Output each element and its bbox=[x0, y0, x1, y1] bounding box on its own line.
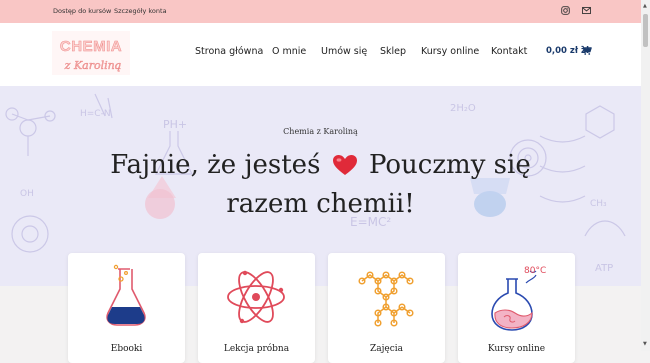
nav-online-courses[interactable]: Kursy online bbox=[421, 46, 479, 57]
card-classes[interactable]: Zajęcia bbox=[328, 253, 445, 363]
instagram-icon[interactable] bbox=[561, 6, 570, 15]
account-details-link[interactable]: Szczegóły konta bbox=[114, 7, 167, 15]
svg-text:CHEMIA: CHEMIA bbox=[60, 38, 122, 55]
nav-book[interactable]: Umów się bbox=[321, 46, 367, 57]
atom-icon bbox=[227, 270, 285, 324]
heart-icon bbox=[332, 155, 357, 175]
nav-shop[interactable]: Sklep bbox=[380, 46, 406, 57]
nav-home[interactable]: Strona główna bbox=[195, 46, 263, 57]
hero-subtitle: Chemia z Karoliną bbox=[283, 127, 358, 136]
page-scrollbar[interactable] bbox=[641, 0, 650, 351]
site-logo[interactable]: CHEMIA z Karoliną bbox=[52, 31, 130, 75]
card-trial-lesson[interactable]: Lekcja próbna bbox=[198, 253, 315, 363]
card-label: Ebooki bbox=[110, 344, 143, 354]
cart-icon[interactable] bbox=[581, 45, 592, 56]
courses-access-link[interactable]: Dostęp do kursów bbox=[53, 7, 111, 15]
svg-text:z Karoliną: z Karoliną bbox=[64, 59, 122, 72]
mail-icon[interactable] bbox=[582, 6, 591, 15]
svg-text:80°C: 80°C bbox=[524, 266, 546, 276]
card-label: Kursy online bbox=[487, 344, 546, 354]
scroll-down-arrow-icon[interactable]: ▼ bbox=[643, 341, 647, 347]
scroll-up-arrow-icon[interactable]: ▲ bbox=[643, 3, 647, 9]
flask-icon bbox=[106, 264, 146, 326]
top-bar: Dostęp do kursów Szczegóły konta bbox=[0, 0, 641, 23]
hero-heading: Fajnie, że jesteś Pouczmy się razem chem… bbox=[100, 146, 541, 224]
nav-contact[interactable]: Kontakt bbox=[491, 46, 527, 57]
site-header: CHEMIA z Karoliną Strona główna O mnie U… bbox=[0, 23, 641, 86]
card-online-courses[interactable]: 80°C Kursy online bbox=[458, 253, 575, 363]
scrollbar-thumb[interactable] bbox=[643, 14, 648, 47]
card-ebooks[interactable]: Ebooki bbox=[68, 253, 185, 363]
hero-heading-part1: Fajnie, że jesteś bbox=[110, 150, 321, 180]
card-label: Zajęcia bbox=[369, 344, 404, 354]
nav-about[interactable]: O mnie bbox=[272, 46, 306, 57]
molecule-icon bbox=[358, 271, 414, 327]
heated-flask-icon: 80°C bbox=[491, 266, 546, 331]
card-label: Lekcja próbna bbox=[223, 344, 290, 354]
